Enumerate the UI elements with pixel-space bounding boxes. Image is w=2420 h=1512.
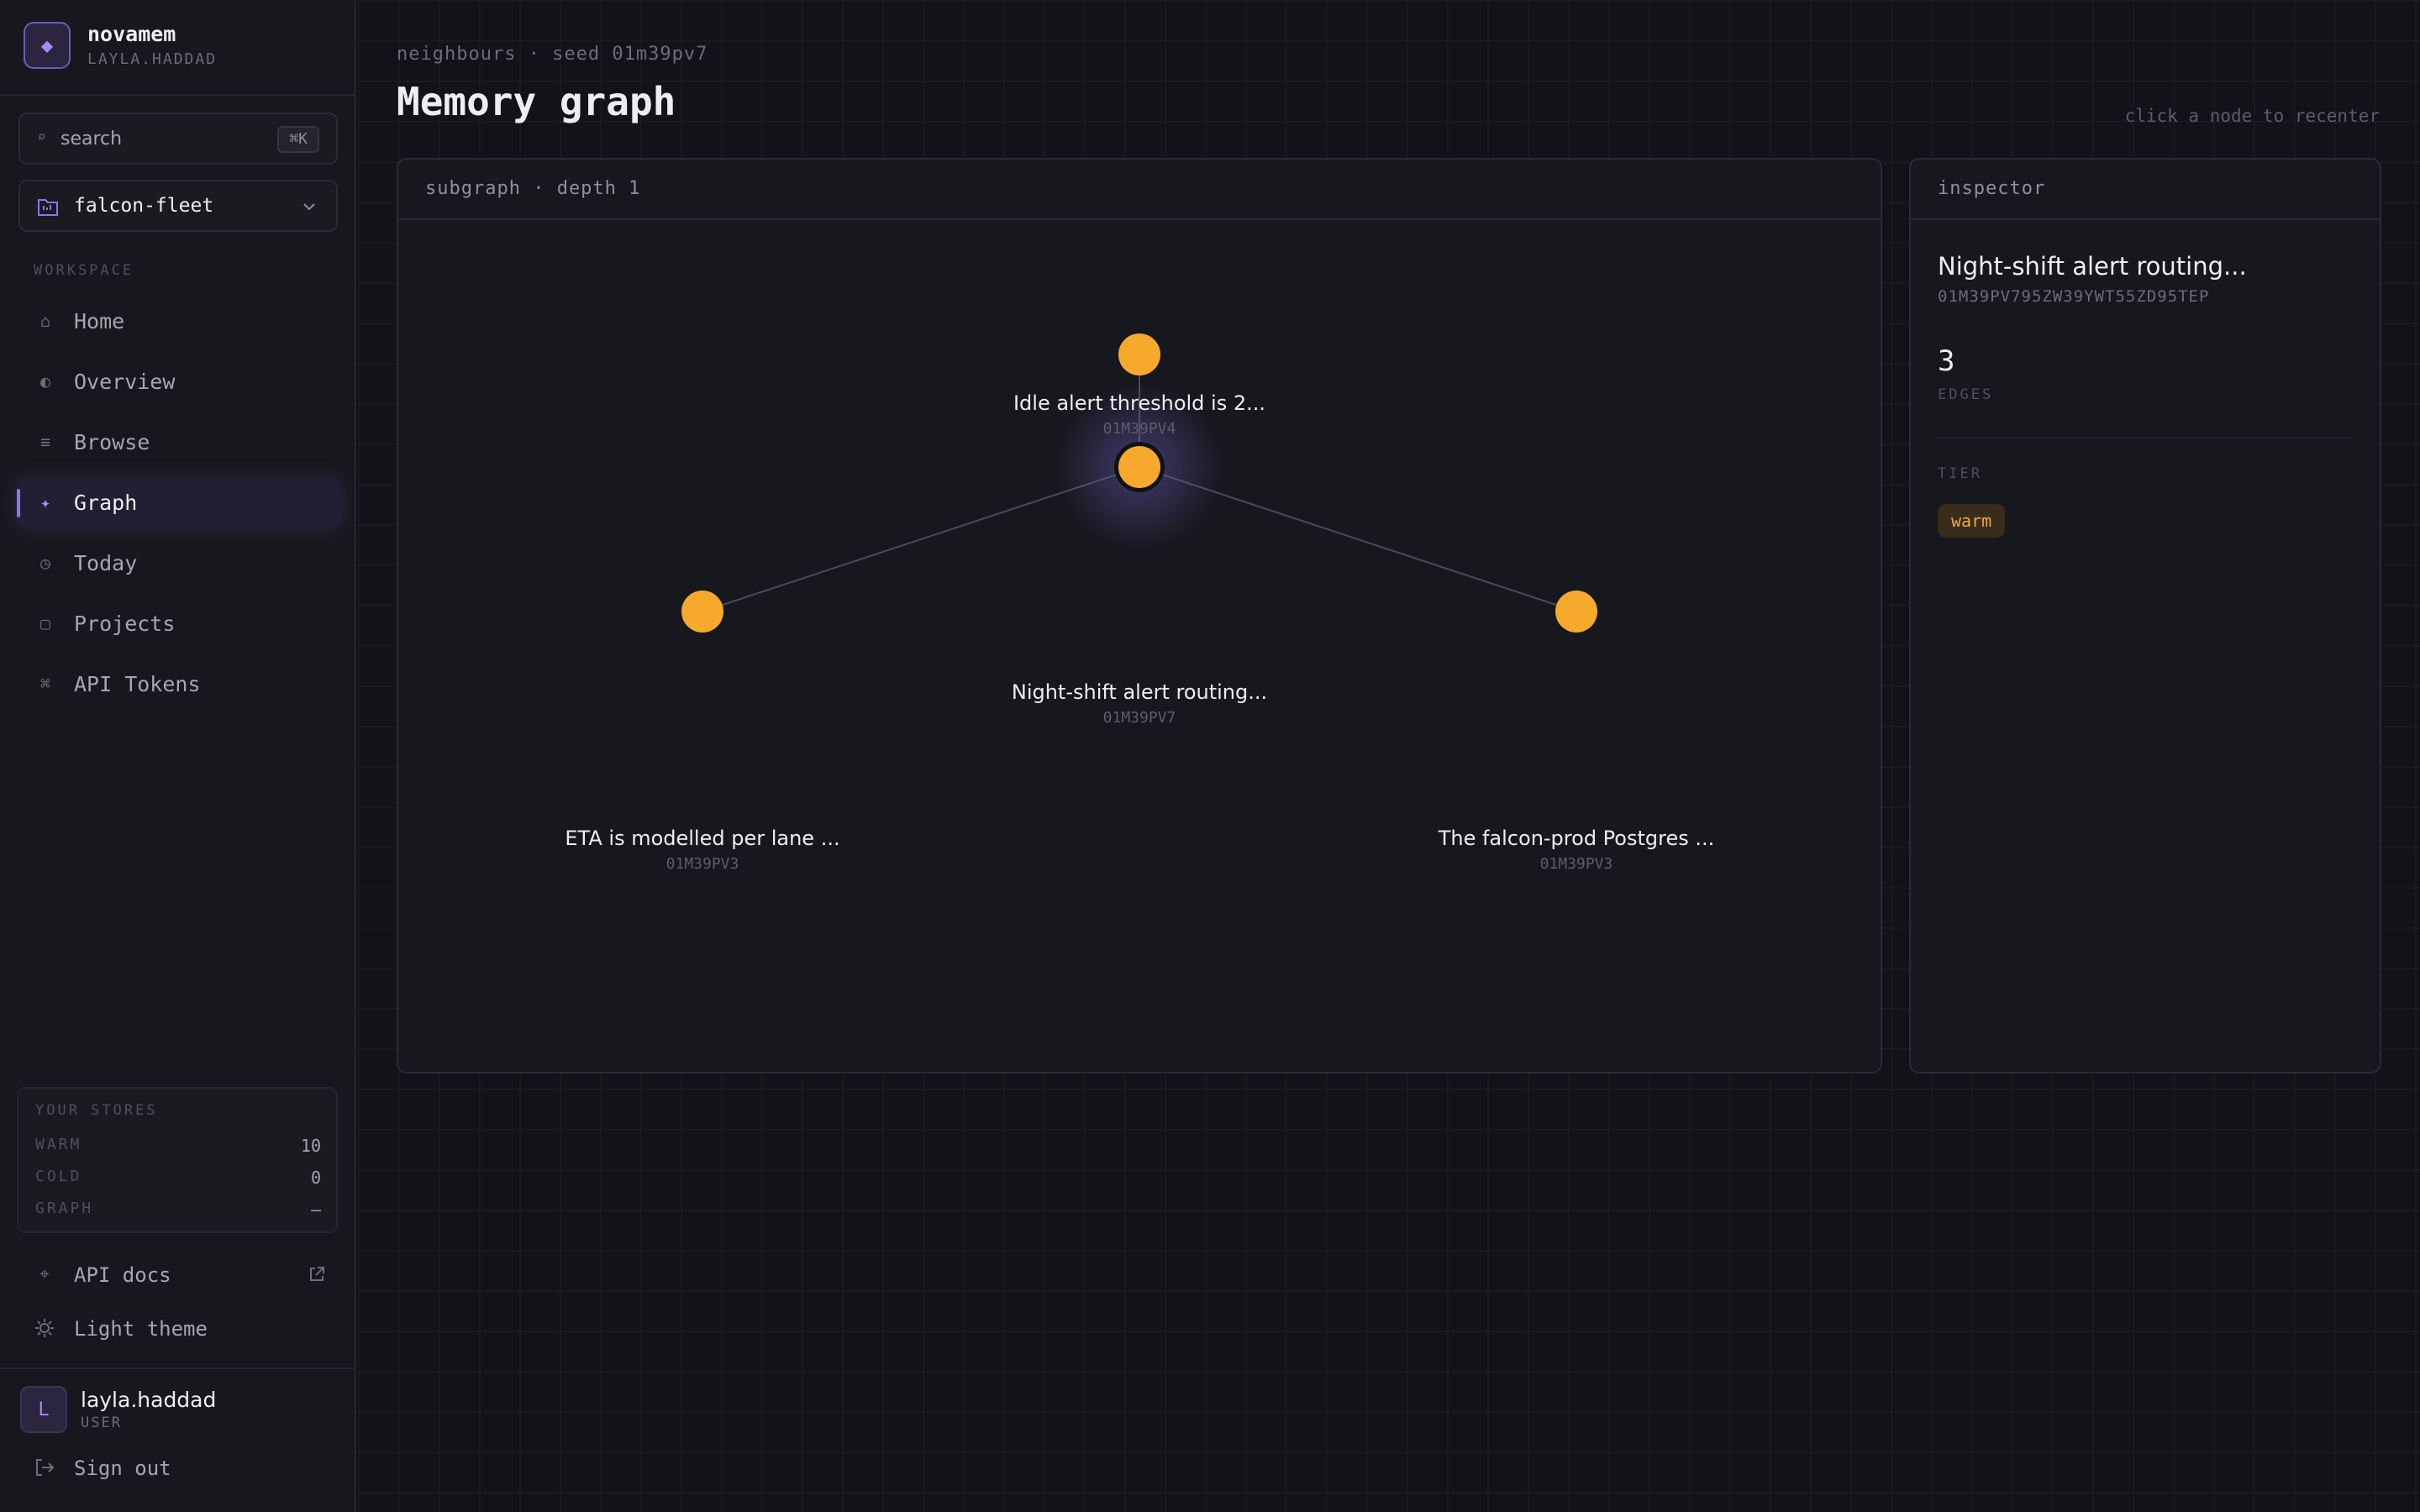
- command-icon: ⌘: [39, 674, 51, 694]
- graph-panel: subgraph · depth 1 Idle alert threshold …: [397, 158, 1882, 1074]
- divider: [0, 94, 356, 96]
- brand-name: novamem: [87, 22, 176, 46]
- home-icon: ⌂: [39, 311, 51, 331]
- store-key: COLD: [35, 1168, 82, 1185]
- brand-user: LAYLA.HADDAD: [87, 50, 218, 68]
- inspector-node-id: 01M39PV795ZW39YWT55ZD95TEP: [1938, 287, 2210, 306]
- sidebar-item-label: Browse: [74, 430, 150, 454]
- store-value: 0: [310, 1168, 321, 1188]
- graph-node-seed[interactable]: Night-shift alert routing... 01M39PV7: [1012, 442, 1267, 727]
- store-row-graph: GRAPH –: [35, 1200, 321, 1221]
- theme-toggle[interactable]: Light theme: [17, 1305, 341, 1352]
- node-label: Idle alert threshold is 2...: [1013, 391, 1265, 415]
- page-title: Memory graph: [397, 79, 676, 124]
- sidebar-item-browse[interactable]: ≡ Browse: [17, 418, 341, 467]
- store-row-cold: COLD 0: [35, 1168, 321, 1189]
- sidebar-item-overview[interactable]: ◐ Overview: [17, 358, 341, 407]
- edge-count: 3: [1938, 344, 1955, 378]
- api-docs-link[interactable]: ⌖ API docs: [17, 1252, 341, 1299]
- api-docs-label: API docs: [74, 1263, 171, 1287]
- graph-panel-header: subgraph · depth 1: [398, 160, 1881, 220]
- node-label: The falcon-prod Postgres ...: [1438, 827, 1715, 850]
- sidebar-item-home[interactable]: ⌂ Home: [17, 297, 341, 346]
- brand[interactable]: ◆ novamem LAYLA.HADDAD: [24, 22, 343, 72]
- user-name: layla.haddad: [81, 1388, 217, 1412]
- recenter-hint: click a node to recenter: [2124, 106, 2380, 126]
- store-value: –: [310, 1200, 321, 1220]
- user-role: USER: [81, 1415, 122, 1431]
- node-id: 01M39PV3: [666, 855, 739, 873]
- sidebar-item-api-tokens[interactable]: ⌘ API Tokens: [17, 660, 341, 709]
- clock-icon: ◷: [39, 553, 51, 573]
- sparkle-icon: ✦: [39, 492, 51, 512]
- search-shortcut-badge: ⌘K: [277, 126, 319, 153]
- store-value: 10: [300, 1136, 321, 1156]
- chevron-down-icon: [303, 203, 315, 211]
- sidebar-item-label: Today: [74, 551, 138, 575]
- store-key: WARM: [35, 1136, 82, 1153]
- theme-toggle-label: Light theme: [74, 1317, 208, 1341]
- api-docs-icon: ⌖: [39, 1263, 50, 1284]
- stores-title: YOUR STORES: [35, 1102, 158, 1119]
- divider: [0, 1368, 356, 1369]
- stores-summary: YOUR STORES WARM 10 COLD 0 GRAPH –: [17, 1087, 338, 1233]
- sidebar-item-label: API Tokens: [74, 672, 201, 696]
- sign-out-label: Sign out: [74, 1457, 171, 1480]
- sidebar-item-today[interactable]: ◷ Today: [17, 539, 341, 588]
- store-key: GRAPH: [35, 1200, 94, 1217]
- sidebar-item-graph[interactable]: ✦ Graph: [17, 479, 341, 528]
- app-root: ◆ novamem LAYLA.HADDAD ⌕ search ⌘K falco…: [0, 0, 2420, 1512]
- inspector-panel-title: inspector: [1938, 178, 2046, 199]
- main-content: neighbours · seed 01m39pv7 Memory graph …: [358, 0, 2420, 1512]
- avatar[interactable]: L: [20, 1386, 67, 1433]
- sidebar-item-label: Graph: [74, 491, 138, 515]
- folder-icon: [38, 199, 58, 216]
- store-row-warm: WARM 10: [35, 1136, 321, 1158]
- node-id: 01M39PV3: [1540, 855, 1613, 873]
- list-icon: ≡: [39, 432, 51, 452]
- breadcrumb: neighbours · seed 01m39pv7: [397, 44, 708, 65]
- project-selector[interactable]: falcon-fleet: [18, 180, 338, 232]
- tier-label: TIER: [1938, 465, 1982, 482]
- node-label: Night-shift alert routing...: [1012, 680, 1267, 704]
- square-icon: ▢: [39, 613, 51, 633]
- node-label: ETA is modelled per lane ...: [565, 827, 839, 850]
- project-name: falcon-fleet: [74, 195, 214, 217]
- graph-panel-title: subgraph · depth 1: [425, 178, 641, 199]
- node-id: 01M39PV7: [1103, 709, 1176, 727]
- diamond-icon: ◆: [24, 22, 71, 69]
- graph-canvas[interactable]: Idle alert threshold is 2... 01M39PV4 Ni…: [398, 220, 1881, 1072]
- search-placeholder: search: [60, 129, 123, 150]
- external-link-icon: [310, 1267, 324, 1281]
- graph-node[interactable]: ETA is modelled per lane ... 01M39PV3: [565, 591, 840, 873]
- divider: [1938, 437, 2353, 438]
- inspector-panel: inspector Night-shift alert routing... 0…: [1909, 158, 2381, 1074]
- workspace-label: WORKSPACE: [34, 262, 134, 279]
- edge-count-label: EDGES: [1938, 386, 1994, 403]
- sun-icon: [35, 1319, 54, 1337]
- search-input[interactable]: ⌕ search ⌘K: [18, 113, 338, 165]
- overview-icon: ◐: [39, 371, 51, 391]
- search-icon: ⌕: [37, 129, 46, 146]
- sidebar-item-projects[interactable]: ▢ Projects: [17, 600, 341, 648]
- inspector-panel-header: inspector: [1911, 160, 2380, 220]
- sidebar-item-label: Home: [74, 309, 125, 333]
- inspector-node-title: Night-shift alert routing...: [1938, 252, 2247, 281]
- graph-node[interactable]: The falcon-prod Postgres ... 01M39PV3: [1438, 591, 1715, 873]
- sidebar-item-label: Overview: [74, 370, 176, 394]
- node-id: 01M39PV4: [1103, 420, 1176, 438]
- sidebar-item-label: Projects: [74, 612, 176, 636]
- sidebar: ◆ novamem LAYLA.HADDAD ⌕ search ⌘K falco…: [0, 0, 356, 1512]
- sign-out-icon: [36, 1459, 55, 1476]
- tier-badge: warm: [1938, 504, 2006, 538]
- sign-out-button[interactable]: Sign out: [17, 1445, 341, 1492]
